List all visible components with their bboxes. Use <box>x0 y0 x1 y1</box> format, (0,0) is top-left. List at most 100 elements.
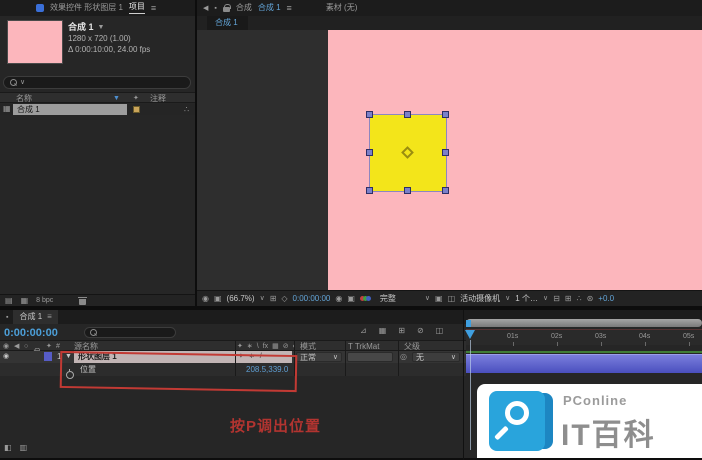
show-snapshot-icon[interactable]: ▣ <box>214 295 222 303</box>
fx-switch-icon[interactable]: fx <box>263 343 268 350</box>
selection-handle[interactable] <box>442 111 449 118</box>
composition-shy-icon[interactable]: ⊿ <box>360 327 367 335</box>
layer-label-swatch[interactable] <box>44 352 52 361</box>
selection-handle[interactable] <box>442 149 449 156</box>
viewer-subtab-row: 合成 1 <box>197 16 702 30</box>
timeline-menu-icon[interactable]: ≡ <box>47 313 52 321</box>
label-swatch[interactable] <box>133 106 140 113</box>
show-channel-icon[interactable] <box>360 296 371 301</box>
parent-dropdown[interactable]: 无 ∨ <box>412 352 460 362</box>
viewer-menu-icon[interactable]: ≡ <box>287 4 292 13</box>
tab-square-icon[interactable]: ▪ <box>214 5 216 12</box>
frame-blend-icon[interactable]: ▦ <box>379 327 387 335</box>
motion-blur-switch-icon[interactable]: ⊘ <box>283 343 289 350</box>
column-parent[interactable]: 父级 <box>404 343 420 351</box>
mini-flowchart-icon[interactable]: ∴ <box>576 295 581 303</box>
camera-dropdown[interactable]: 活动摄像机 <box>460 295 500 303</box>
column-source-name[interactable]: 源名称 <box>74 343 98 351</box>
selection-handle[interactable] <box>442 187 449 194</box>
playhead-line[interactable] <box>470 340 471 450</box>
column-trkmat[interactable]: T TrkMat <box>348 343 379 351</box>
frame-blend-switch-icon[interactable]: ▦ <box>272 343 279 350</box>
trash-icon[interactable] <box>79 297 86 305</box>
work-area-start-handle[interactable] <box>466 320 471 327</box>
sort-icon[interactable]: ▼ <box>113 95 120 102</box>
layer-eye-icon[interactable]: ◉ <box>3 353 9 360</box>
current-time-button[interactable]: 0:00:00:00 <box>293 295 331 303</box>
comp-info-name[interactable]: 合成 1 <box>68 23 94 32</box>
time-navigator[interactable] <box>466 319 702 327</box>
selection-handle[interactable] <box>404 111 411 118</box>
tab-footage[interactable]: 素材 (无) <box>326 4 358 12</box>
collapse-switch-icon[interactable]: ∗ <box>247 343 253 350</box>
chevron-down-icon[interactable]: ▼ <box>98 24 105 31</box>
take-snapshot-icon[interactable]: ◉ <box>335 295 342 303</box>
label-column-icon[interactable]: ✦ <box>46 343 52 350</box>
grid-options-icon[interactable]: ⊞ <box>270 295 277 303</box>
viewer-panel-label[interactable]: 合成 <box>236 4 252 12</box>
work-area-bar[interactable] <box>466 351 702 353</box>
quality-switch-icon[interactable]: \ <box>257 343 259 350</box>
fast-preview-icon[interactable]: ⊞ <box>565 295 572 303</box>
time-ruler[interactable]: 01s 02s 03s 04s 05s <box>466 329 702 345</box>
resolution-caret-icon[interactable]: ∨ <box>425 295 430 302</box>
annotation-text: 按P调出位置 <box>230 415 321 436</box>
solo-column-icon[interactable]: ○ <box>24 343 28 350</box>
panel-menu-icon[interactable]: ≡ <box>151 4 156 13</box>
view-layout-dropdown[interactable]: 1 个… <box>515 295 538 303</box>
resolution-dropdown[interactable]: 完整 <box>380 295 396 303</box>
selection-handle[interactable] <box>366 111 373 118</box>
region-of-interest-icon[interactable]: ▣ <box>435 295 443 303</box>
exposure-value[interactable]: +0.0 <box>598 295 614 303</box>
viewer-subtab[interactable]: 合成 1 <box>207 16 248 30</box>
viewer-comp-name[interactable]: 合成 1 <box>258 4 281 12</box>
parent-pickwhip-icon[interactable]: ◎ <box>400 353 407 361</box>
search-icon <box>10 79 17 86</box>
lock-icon[interactable] <box>223 4 230 12</box>
expand-transfer-controls-icon[interactable]: ◧ <box>4 444 12 452</box>
tab-effect-controls[interactable]: 效果控件 形状图层 1 <box>50 4 123 12</box>
new-comp-icon[interactable]: ▦ <box>21 297 29 305</box>
column-name[interactable]: 名称 <box>16 95 32 103</box>
mask-path-icon[interactable]: ◇ <box>281 295 287 303</box>
tab-project[interactable]: 项目 <box>129 3 145 14</box>
selection-handle[interactable] <box>366 149 373 156</box>
column-comment[interactable]: 注释 <box>150 95 166 103</box>
graph-editor-icon[interactable]: ◫ <box>436 327 444 335</box>
transparency-grid-icon[interactable]: ◫ <box>448 295 456 303</box>
video-column-icon[interactable]: ◉ <box>3 343 9 350</box>
timeline-current-time[interactable]: 0:00:00:00 <box>4 327 58 339</box>
selection-handle[interactable] <box>404 187 411 194</box>
motion-blur-icon[interactable]: ⊞ <box>398 327 405 335</box>
snapshot-icon[interactable]: ◉ <box>202 295 209 303</box>
selection-handle[interactable] <box>366 187 373 194</box>
comp-thumbnail[interactable] <box>8 21 62 63</box>
view-layout-caret-icon[interactable]: ∨ <box>543 295 548 302</box>
zoom-caret-icon[interactable]: ∨ <box>260 295 265 302</box>
playhead-marker[interactable] <box>465 330 475 339</box>
project-row-comp[interactable]: ▦ 合成 1 ∴ <box>0 104 195 115</box>
project-row-name[interactable]: 合成 1 <box>17 106 40 114</box>
reset-exposure-icon[interactable]: ⊛ <box>587 295 594 303</box>
camera-caret-icon[interactable]: ∨ <box>505 295 510 302</box>
index-column-icon[interactable]: # <box>56 343 60 350</box>
timeline-tab[interactable]: 合成 1 ≡ <box>13 310 57 324</box>
type-icon: ∴ <box>184 106 189 114</box>
zoom-level[interactable]: (66.7%) <box>227 295 255 303</box>
pixel-aspect-icon[interactable]: ⊟ <box>553 295 560 303</box>
audio-column-icon[interactable]: ◀ <box>14 343 19 350</box>
label-column-icon[interactable]: ✦ <box>133 95 139 102</box>
trkmat-dropdown[interactable] <box>347 352 393 362</box>
new-folder-icon[interactable]: ▤ <box>5 297 13 305</box>
mode-dropdown[interactable]: 正常 ∨ <box>296 352 342 362</box>
timeline-search-input[interactable] <box>84 327 176 338</box>
shy-switch-icon[interactable]: ✦ <box>237 343 243 350</box>
layer-duration-bar[interactable] <box>466 354 702 373</box>
back-arrow-icon[interactable]: ◀ <box>203 5 208 12</box>
expand-inout-controls-icon[interactable]: ▥ <box>20 444 28 452</box>
auto-keyframe-icon[interactable]: ⊘ <box>417 327 424 335</box>
project-search-input[interactable]: ∨ <box>3 76 191 89</box>
show-last-snapshot-icon[interactable]: ▣ <box>347 295 355 303</box>
column-mode[interactable]: 模式 <box>300 343 316 351</box>
bit-depth-label[interactable]: 8 bpc <box>36 297 53 304</box>
